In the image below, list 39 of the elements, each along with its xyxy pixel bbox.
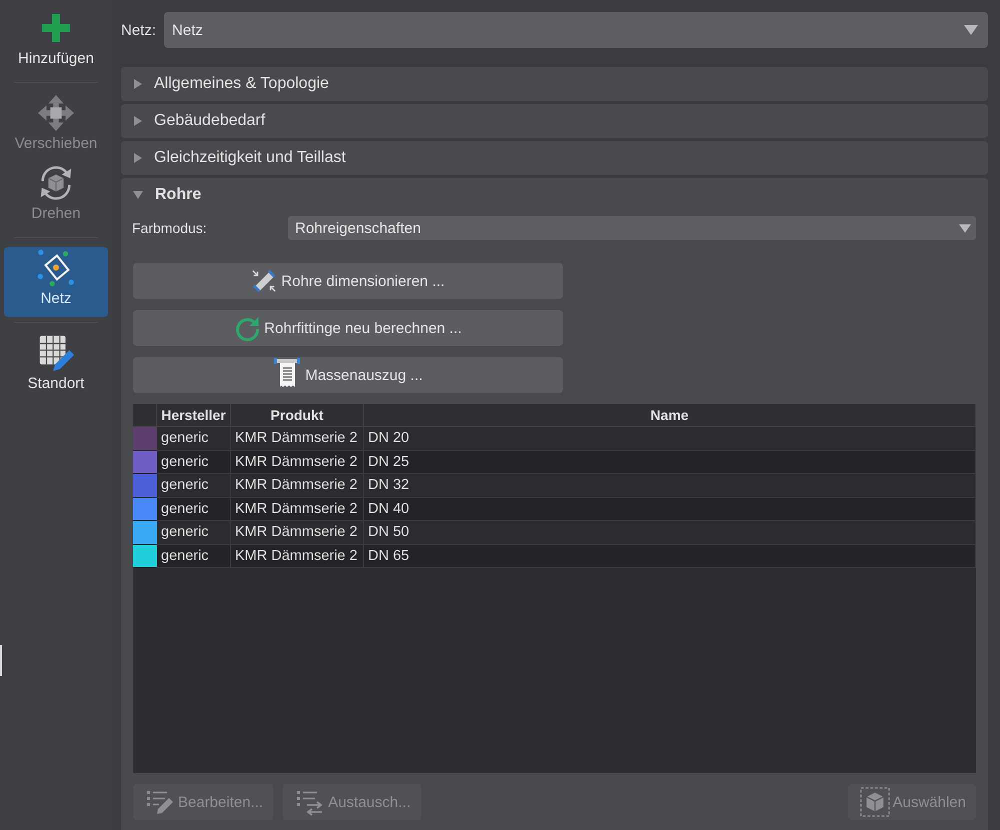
table-row[interactable]: generic KMR Dämmserie 2 DN 25 [133, 450, 976, 474]
resize-handle[interactable] [0, 645, 2, 676]
recalculate-fittings-button[interactable]: Rohrfittinge neu berechnen ... [133, 310, 563, 346]
site-tool-button[interactable]: Standort [4, 332, 108, 402]
network-icon [37, 249, 75, 287]
expand-arrow-icon [134, 79, 142, 89]
expand-arrow-icon [134, 116, 142, 126]
plus-icon [42, 14, 70, 42]
dimension-pipes-button[interactable]: Rohre dimensionieren ... [133, 263, 563, 299]
network-tool-button[interactable]: Netz [4, 247, 108, 317]
dropdown-arrow-icon [959, 224, 971, 232]
dropdown-arrow-icon [964, 25, 978, 35]
table-row[interactable]: generic KMR Dämmserie 2 DN 32 [133, 474, 976, 498]
section-header[interactable]: Allgemeines & Topologie [121, 67, 988, 101]
move-arrows-icon [37, 94, 75, 132]
table-row[interactable]: generic KMR Dämmserie 2 DN 65 [133, 544, 976, 568]
section-header[interactable]: Gleichzeitigkeit und Teillast [121, 141, 988, 175]
list-pencil-icon [145, 788, 175, 816]
table-row[interactable]: generic KMR Dämmserie 2 DN 20 [133, 427, 976, 450]
table-row[interactable]: generic KMR Dämmserie 2 DN 50 [133, 521, 976, 544]
field-label: Netz: [121, 22, 156, 38]
grid-pencil-icon [37, 334, 75, 372]
quantity-report-button[interactable]: Massenauszug ... [133, 357, 563, 393]
section-header[interactable]: Rohre [121, 178, 988, 212]
document-icon [273, 358, 302, 388]
collapse-arrow-icon [133, 191, 143, 199]
table-cell: DN 65 [364, 544, 976, 568]
section-header[interactable]: Gebäudebedarf [121, 104, 988, 138]
refresh-icon [234, 315, 260, 341]
dashed-cube-icon [860, 787, 890, 817]
field-label: Farbmodus: [132, 220, 208, 236]
color-mode-dropdown[interactable]: Rohreigenschaften [288, 216, 976, 240]
expand-arrow-icon [134, 153, 142, 163]
network-dropdown[interactable]: Netz [164, 12, 988, 48]
table-cell: generic [157, 544, 231, 568]
pipe-arrows-icon [251, 268, 278, 294]
add-tool-button[interactable]: Hinzufügen [4, 7, 108, 77]
table-cell: KMR Dämmserie 2 [231, 544, 364, 568]
table-row[interactable]: generic KMR Dämmserie 2 DN 40 [133, 498, 976, 521]
